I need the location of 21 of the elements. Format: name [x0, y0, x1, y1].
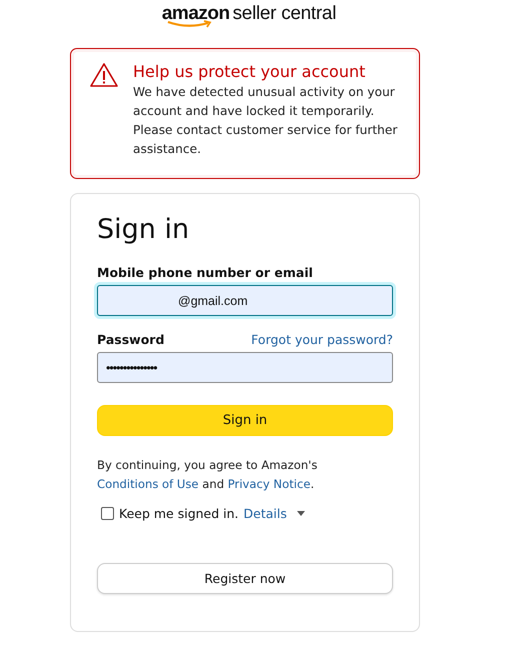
privacy-link[interactable]: Privacy Notice [228, 477, 310, 491]
password-field[interactable]: ••••••••••••••• [97, 352, 393, 383]
conditions-link[interactable]: Conditions of Use [97, 477, 199, 491]
sign-in-heading: Sign in [97, 213, 190, 247]
alert-title: Help us protect your account [133, 61, 366, 83]
forgot-password-link[interactable]: Forgot your password? [251, 332, 393, 347]
details-link[interactable]: Details [244, 506, 287, 521]
field-label: Password [97, 331, 164, 348]
logo-brand: amazon [162, 4, 230, 24]
alert-message: We have detected unusual activity on your account and have locked it temporarily. Please contact customer service for further assistance. [133, 84, 398, 158]
legal-text: By continuing, you agree to Amazon's Conditions of Use and Privacy Notice. [97, 457, 318, 493]
logo-product: seller central [232, 4, 336, 24]
email-field[interactable]: @gmail.com [97, 285, 393, 316]
sign-in-button[interactable]: Sign in [97, 405, 393, 436]
keep-signed-in-checkbox[interactable] [101, 507, 114, 520]
smile-arrow-icon [166, 20, 214, 28]
warning-icon [89, 62, 119, 88]
caret-icon [296, 511, 305, 516]
field-label: Mobile phone number or email [97, 264, 314, 281]
checkbox-label: Keep me signed in. [119, 506, 239, 521]
register-button[interactable]: Register now [97, 563, 393, 594]
